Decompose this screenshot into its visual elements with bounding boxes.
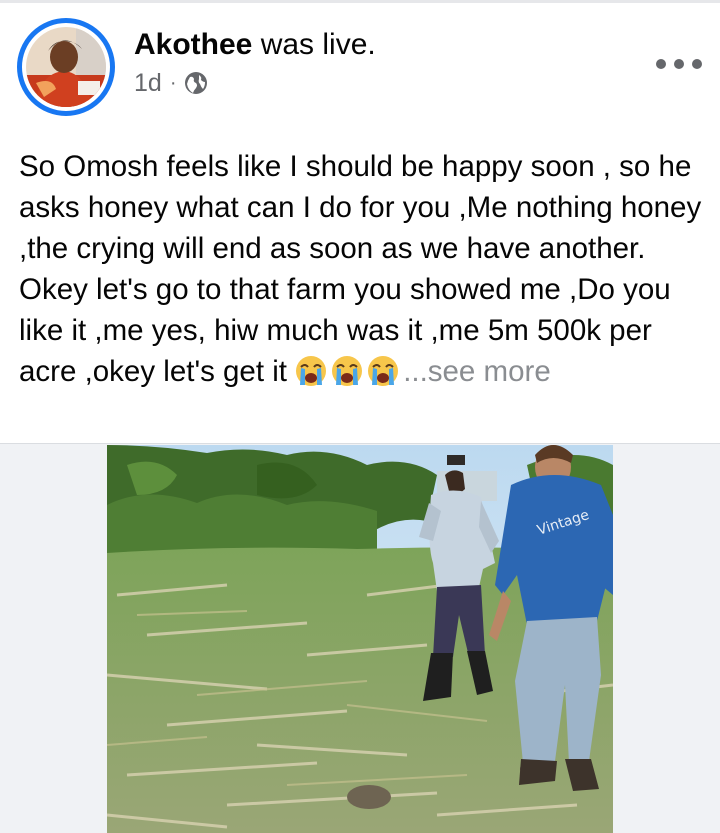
post-author-line: Akothee was live. — [134, 28, 376, 62]
post-text: So Omosh feels like I should be happy so… — [19, 146, 709, 392]
post-timestamp[interactable]: 1d — [134, 69, 162, 98]
author-name[interactable]: Akothee — [134, 28, 252, 61]
avatar-photo — [26, 27, 106, 107]
facebook-post: Akothee was live. 1d · So Omosh feels li… — [0, 0, 720, 833]
crying-face-icon — [367, 355, 399, 387]
post-meta: 1d · — [134, 68, 208, 98]
profile-avatar[interactable] — [17, 18, 115, 116]
divider — [0, 0, 720, 3]
crying-face-icon — [331, 355, 363, 387]
crying-face-icon — [295, 355, 327, 387]
post-body: So Omosh feels like I should be happy so… — [19, 150, 702, 388]
post-action: was live. — [260, 28, 376, 61]
live-video-thumbnail[interactable]: Vintage — [107, 445, 613, 833]
see-more-link[interactable]: ...see more — [403, 355, 551, 388]
meta-separator: · — [169, 71, 177, 94]
globe-icon — [184, 71, 208, 95]
more-options-icon[interactable] — [656, 52, 702, 76]
